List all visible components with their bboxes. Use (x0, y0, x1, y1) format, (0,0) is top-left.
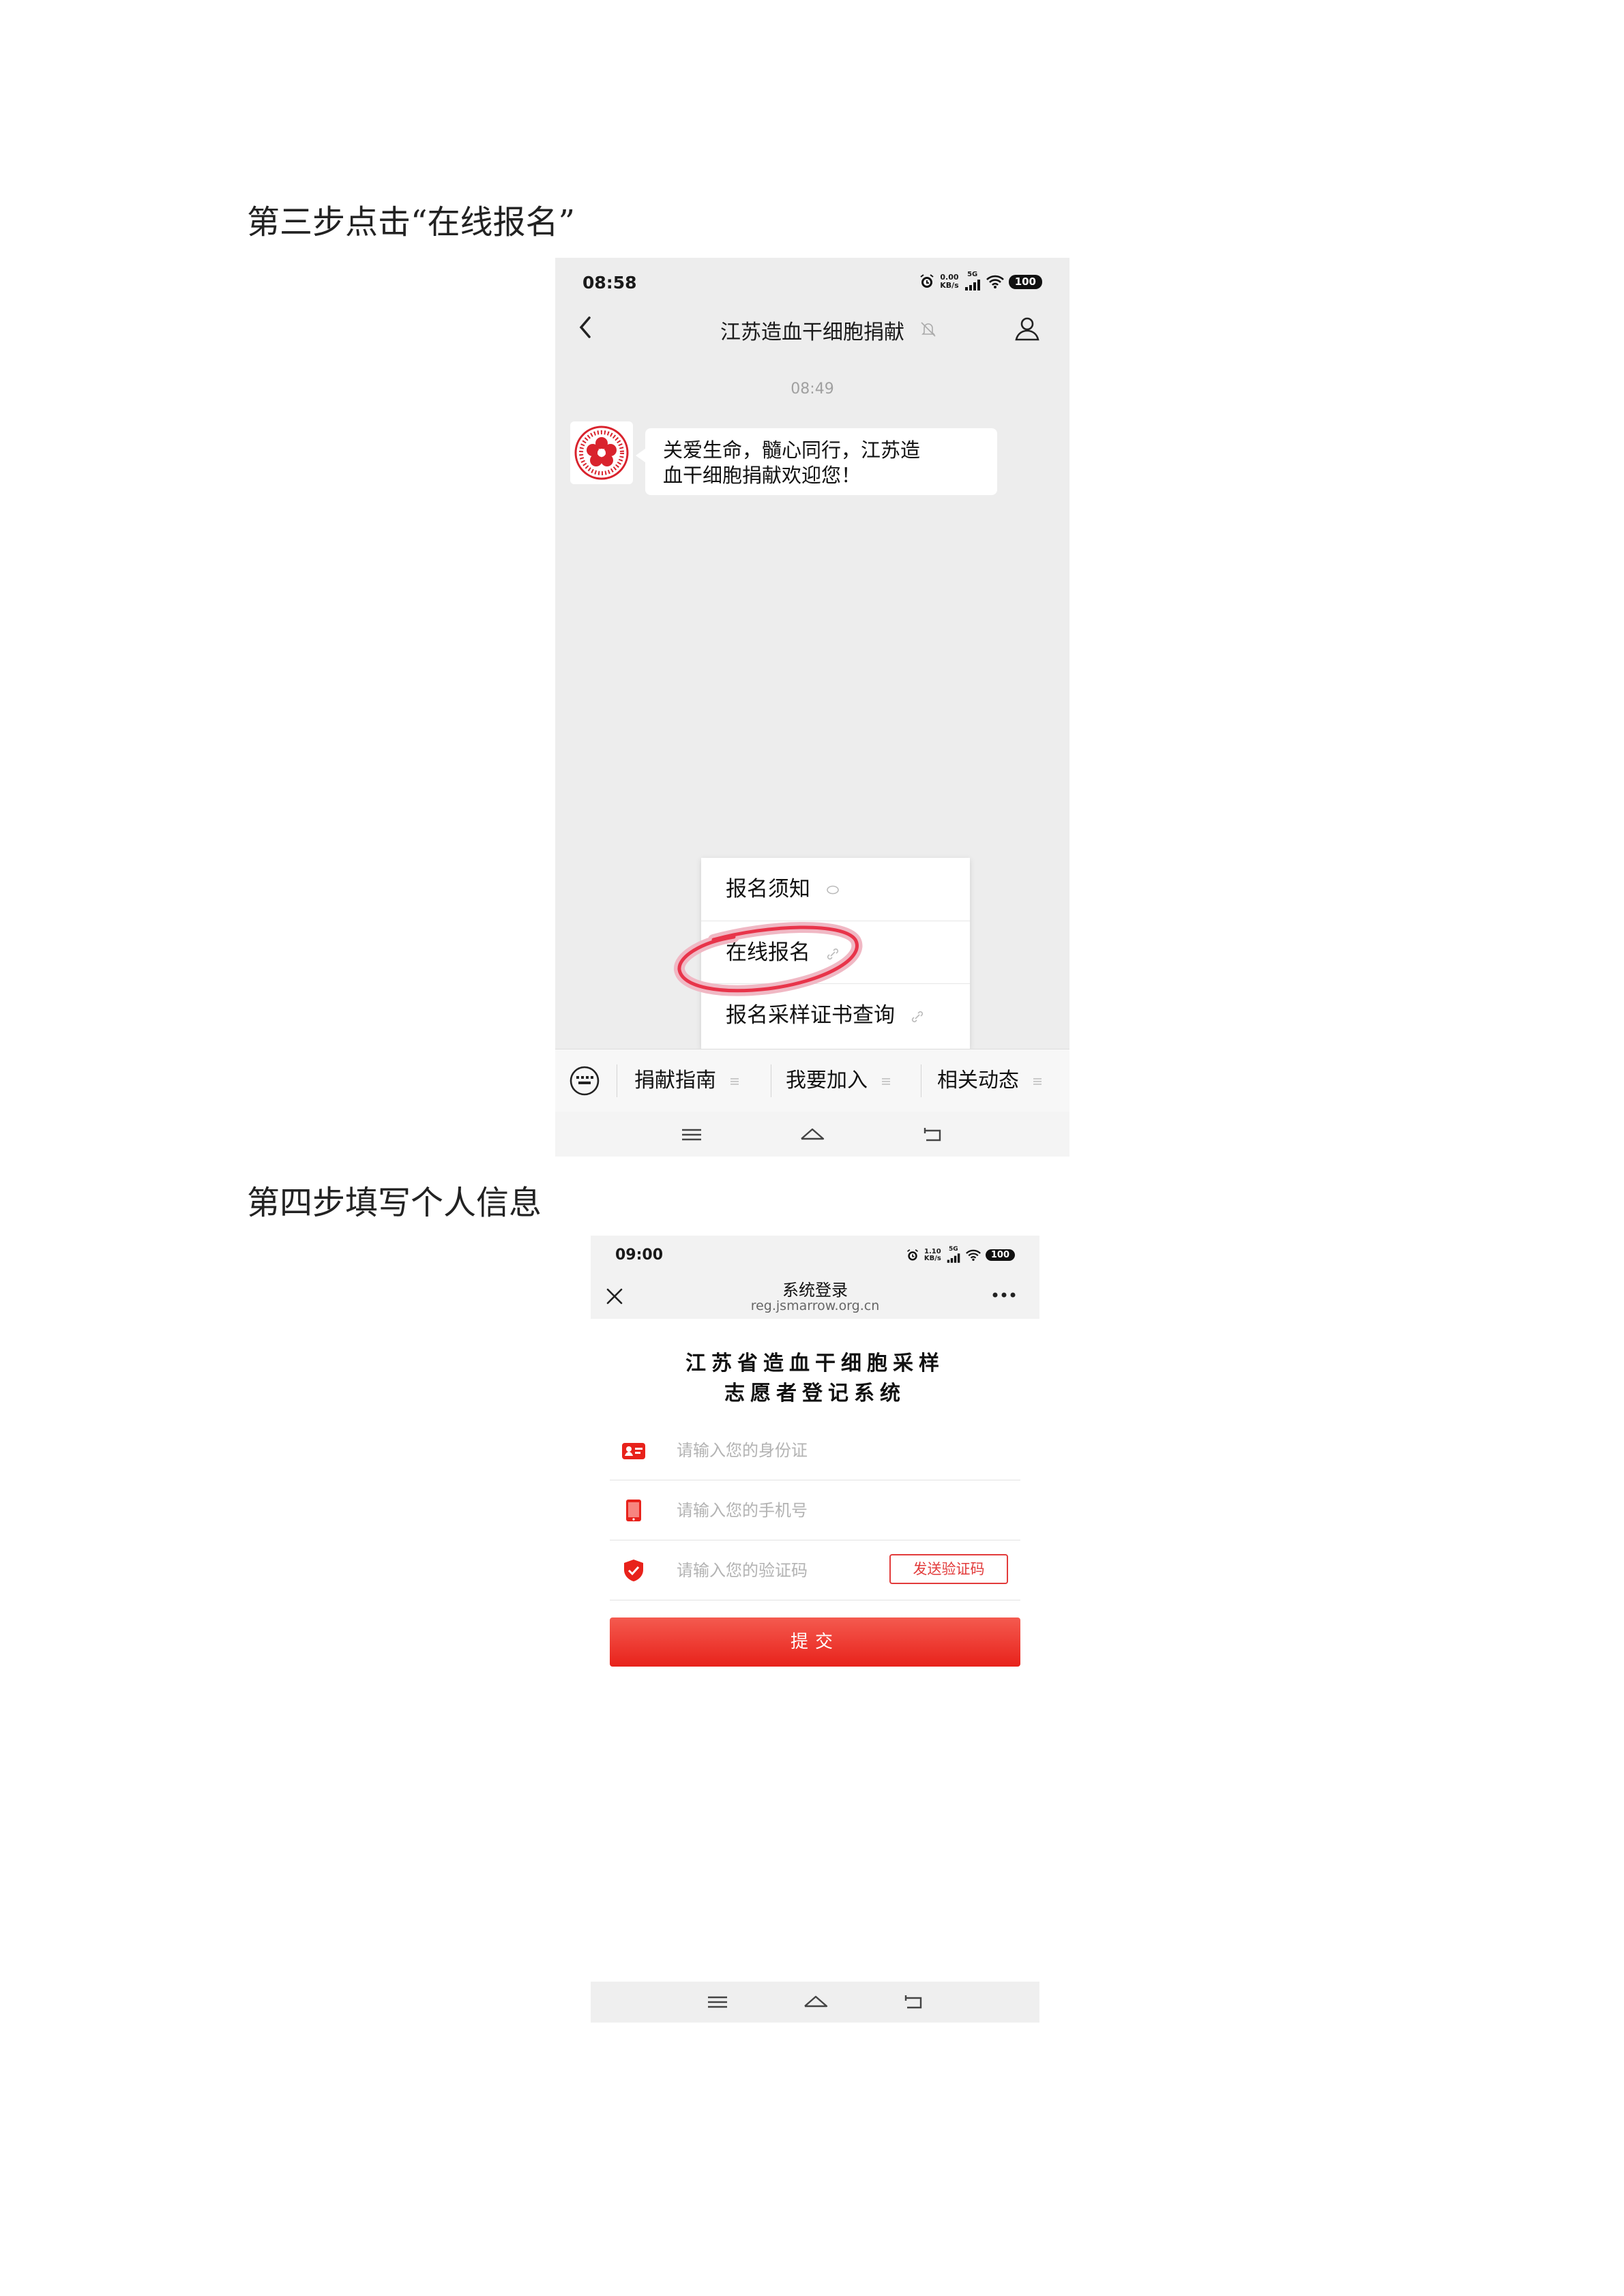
keyboard-icon[interactable] (567, 1066, 602, 1096)
menu-item-join[interactable]: 我要加入 (786, 1049, 891, 1112)
system-navigation-bar (591, 1982, 1039, 2023)
menu-item-donation-guide[interactable]: 捐献指南 (634, 1049, 739, 1112)
message-timestamp: 08:49 (791, 381, 834, 398)
alarm-icon (906, 1249, 918, 1260)
net-speed: 1.10 KB/s (924, 1247, 941, 1262)
alarm-icon (920, 274, 934, 288)
status-icons: 1.10 KB/s 5G 100 (906, 1247, 1015, 1264)
chat-message-bubble: 关爱生命，髓心同行，江苏造 血干细胞捐献欢迎您！ (636, 428, 997, 495)
phone-icon (626, 1500, 641, 1521)
menu-icon (1033, 1077, 1042, 1085)
wifi-icon (965, 1249, 981, 1261)
back-icon[interactable] (900, 1991, 928, 2013)
official-account-menu-bar: 捐献指南 我要加入 相关动态 (555, 1049, 1069, 1112)
page-title: 系统登录 (782, 1281, 848, 1300)
signal-icon (947, 1253, 960, 1263)
battery-indicator: 100 (1008, 274, 1042, 289)
system-title-line: 江苏省造血干细胞采样 (685, 1352, 945, 1375)
avatar[interactable] (570, 421, 633, 484)
registration-login-screenshot: 09:00 1.10 KB/s 5G 100 系统登录 reg.jsmarrow.… (591, 1236, 1039, 2023)
page-url: reg.jsmarrow.org.cn (750, 1298, 880, 1313)
menu-item-news[interactable]: 相关动态 (937, 1049, 1042, 1112)
menu-icon (730, 1077, 739, 1085)
status-time: 09:00 (615, 1247, 664, 1264)
phone-input[interactable]: 请输入您的手机号 (677, 1481, 808, 1540)
status-time: 08:58 (582, 273, 637, 293)
wechat-chat-screenshot: 08:58 0.00 KB/s 5G 100 江苏造血干细胞捐献 08:49 关爱… (555, 258, 1069, 1157)
id-card-input[interactable]: 请输入您的身份证 (677, 1421, 808, 1480)
phone-field[interactable]: 请输入您的手机号 (610, 1481, 1020, 1540)
menu-icon[interactable] (704, 1991, 731, 2013)
signal-icon (964, 280, 980, 290)
system-title-line: 志愿者登记系统 (724, 1382, 906, 1405)
battery-indicator: 100 (985, 1249, 1015, 1261)
send-code-button[interactable]: 发送验证码 (889, 1554, 1008, 1584)
verification-code-input[interactable]: 请输入您的验证码 (677, 1541, 808, 1600)
message-line: 血干细胞捐献欢迎您！ (663, 464, 861, 487)
shield-check-icon (624, 1560, 643, 1581)
back-icon[interactable] (919, 1124, 947, 1146)
id-card-field[interactable]: 请输入您的身份证 (610, 1421, 1020, 1480)
signal-indicator: 5G (964, 271, 981, 292)
person-icon[interactable] (1012, 314, 1042, 344)
system-navigation-bar (555, 1112, 1069, 1157)
status-icons: 0.00 KB/s 5G 100 (919, 271, 1042, 292)
signal-indicator: 5G (946, 1247, 961, 1264)
net-speed: 0.00 KB/s (940, 273, 959, 290)
submit-button[interactable]: 提交 (610, 1617, 1020, 1667)
step4-heading: 第四步填写个人信息 (247, 1184, 542, 1222)
link-icon (911, 1011, 923, 1022)
message-icon (827, 885, 839, 894)
system-title: 江苏省造血干细胞采样 志愿者登记系统 (591, 1349, 1039, 1409)
mute-bell-icon (921, 322, 936, 337)
verification-code-field[interactable]: 请输入您的验证码 发送验证码 (610, 1541, 1020, 1600)
highlight-circle-mark (674, 921, 863, 996)
popup-item-registration-notice[interactable]: 报名须知 (701, 858, 970, 921)
step3-heading: 第三步点击“在线报名” (247, 203, 576, 241)
menu-icon[interactable] (678, 1124, 705, 1146)
id-card-icon (622, 1443, 645, 1459)
menu-icon (881, 1077, 890, 1085)
wifi-icon (986, 275, 1004, 288)
chat-title: 江苏造血干细胞捐献 (720, 320, 904, 344)
home-icon[interactable] (799, 1124, 826, 1146)
more-icon[interactable] (990, 1290, 1018, 1300)
message-line: 关爱生命，髓心同行，江苏造 (663, 438, 921, 462)
home-icon[interactable] (802, 1991, 829, 2013)
